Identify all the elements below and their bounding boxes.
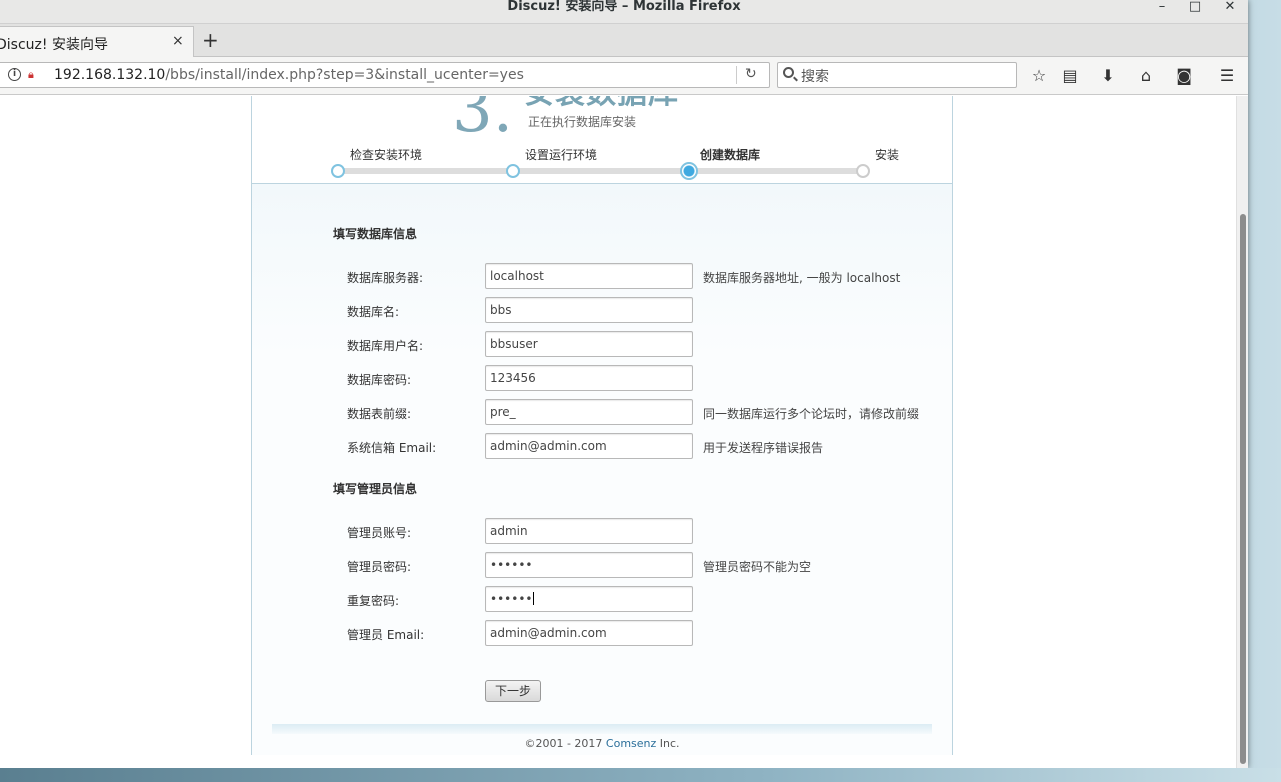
tab-install-wizard[interactable]: Discuz! 安装向导 × — [0, 26, 194, 58]
home-icon[interactable]: ⌂ — [1135, 65, 1157, 87]
next-step-button[interactable]: 下一步 — [485, 680, 541, 702]
db-section-title: 填写数据库信息 — [333, 227, 418, 241]
navigation-bar: i 🔒︎ 192.168.132.10/bbs/install/index.ph… — [0, 57, 1248, 95]
minimize-button[interactable]: – — [1150, 0, 1174, 18]
install-panel: 3. 安装数据库 正在执行数据库安装 检查安装环境 设置运行环境 创建数据库 安… — [251, 96, 953, 755]
admin-section-title: 填写管理员信息 — [333, 482, 418, 496]
system-email-label: 系统信箱 Email: — [347, 441, 437, 455]
step-dot-done — [506, 164, 520, 178]
url-separator — [736, 66, 737, 84]
step-dot-current — [680, 162, 698, 180]
step-label-settings: 设置运行环境 — [525, 148, 598, 162]
step-dot-pending — [856, 164, 870, 178]
db-name-label: 数据库名: — [347, 305, 400, 319]
window-title: Discuz! 安装向导 – Mozilla Firefox — [507, 0, 741, 14]
db-password-input[interactable]: 123456 — [485, 365, 693, 391]
maximize-button[interactable]: □ — [1183, 0, 1207, 18]
desktop-background — [0, 768, 1281, 782]
admin-password-hint: 管理员密码不能为空 — [703, 560, 812, 574]
page-viewport: 3. 安装数据库 正在执行数据库安装 检查安装环境 设置运行环境 创建数据库 安… — [0, 96, 1236, 768]
admin-email-label: 管理员 Email: — [347, 628, 425, 642]
db-host-label: 数据库服务器: — [347, 271, 424, 285]
step-label-install: 安装 — [875, 148, 900, 162]
admin-password-input[interactable]: •••••• — [485, 552, 693, 578]
scrollbar-thumb[interactable] — [1240, 214, 1246, 764]
bookmark-star-icon[interactable]: ☆ — [1028, 65, 1050, 87]
footer-band — [272, 724, 932, 734]
step-title: 安装数据库 — [524, 96, 679, 112]
db-name-input[interactable]: bbs — [485, 297, 693, 323]
repeat-password-label: 重复密码: — [347, 594, 400, 608]
comsenz-link[interactable]: Comsenz — [606, 737, 656, 750]
db-password-label: 数据库密码: — [347, 373, 412, 387]
db-user-input[interactable]: bbsuser — [485, 331, 693, 357]
step-dot-done — [331, 164, 345, 178]
insecure-lock-icon[interactable]: 🔒︎ — [28, 68, 40, 81]
system-email-input[interactable]: admin@admin.com — [485, 433, 693, 459]
step-track — [338, 168, 864, 174]
vertical-scrollbar[interactable] — [1236, 96, 1248, 768]
db-host-hint: 数据库服务器地址, 一般为 localhost — [703, 271, 901, 285]
search-input[interactable]: 搜索 — [777, 62, 1017, 88]
table-prefix-label: 数据表前缀: — [347, 407, 412, 421]
system-email-hint: 用于发送程序错误报告 — [703, 441, 824, 455]
table-prefix-input[interactable]: pre_ — [485, 399, 693, 425]
admin-username-input[interactable]: admin — [485, 518, 693, 544]
new-tab-button[interactable]: + — [202, 28, 219, 52]
browser-window: Discuz! 安装向导 – Mozilla Firefox – □ ✕ Dis… — [0, 0, 1248, 768]
info-icon[interactable]: i — [8, 68, 21, 81]
url-text[interactable]: 192.168.132.10/bbs/install/index.php?ste… — [54, 67, 524, 83]
step-label-check: 检查安装环境 — [350, 148, 423, 162]
download-icon[interactable]: ⬇ — [1097, 65, 1119, 87]
db-user-label: 数据库用户名: — [347, 339, 424, 353]
footer-copyright: ©2001 - 2017 Comsenz Inc. — [252, 737, 952, 750]
progress-steps: 检查安装环境 设置运行环境 创建数据库 安装 — [252, 142, 952, 180]
admin-email-input[interactable]: admin@admin.com — [485, 620, 693, 646]
url-host: 192.168.132.10 — [54, 67, 166, 83]
tab-close-icon[interactable]: × — [172, 33, 184, 49]
url-bar[interactable]: i 🔒︎ 192.168.132.10/bbs/install/index.ph… — [0, 62, 770, 88]
admin-password-label: 管理员密码: — [347, 560, 412, 574]
repeat-password-value: •••••• — [490, 592, 533, 606]
step-subtitle: 正在执行数据库安装 — [528, 115, 637, 129]
search-icon — [783, 67, 794, 78]
db-host-input[interactable]: localhost — [485, 263, 693, 289]
url-path: /bbs/install/index.php?step=3&install_uc… — [165, 67, 524, 83]
footer-suffix: Inc. — [656, 737, 680, 750]
tab-label: Discuz! 安装向导 — [0, 37, 108, 53]
close-window-button[interactable]: ✕ — [1218, 0, 1242, 18]
search-placeholder: 搜索 — [801, 69, 829, 85]
table-prefix-hint: 同一数据库运行多个论坛时，请修改前缀 — [703, 407, 920, 421]
step-number: 3. — [452, 96, 514, 147]
title-bar: Discuz! 安装向导 – Mozilla Firefox – □ ✕ — [0, 0, 1248, 24]
menu-icon[interactable]: ☰ — [1216, 65, 1238, 87]
install-form: 填写数据库信息 数据库服务器: localhost 数据库服务器地址, 一般为 … — [252, 183, 952, 755]
reload-icon[interactable]: ↻ — [745, 66, 757, 82]
tab-bar: Discuz! 安装向导 × + — [0, 24, 1248, 58]
step-label-database: 创建数据库 — [700, 148, 761, 162]
text-caret — [533, 592, 535, 605]
pocket-icon[interactable]: ◙ — [1173, 65, 1195, 87]
repeat-password-input[interactable]: •••••• — [485, 586, 693, 612]
admin-username-label: 管理员账号: — [347, 526, 412, 540]
reading-list-icon[interactable]: ▤ — [1059, 65, 1081, 87]
footer-prefix: ©2001 - 2017 — [524, 737, 606, 750]
